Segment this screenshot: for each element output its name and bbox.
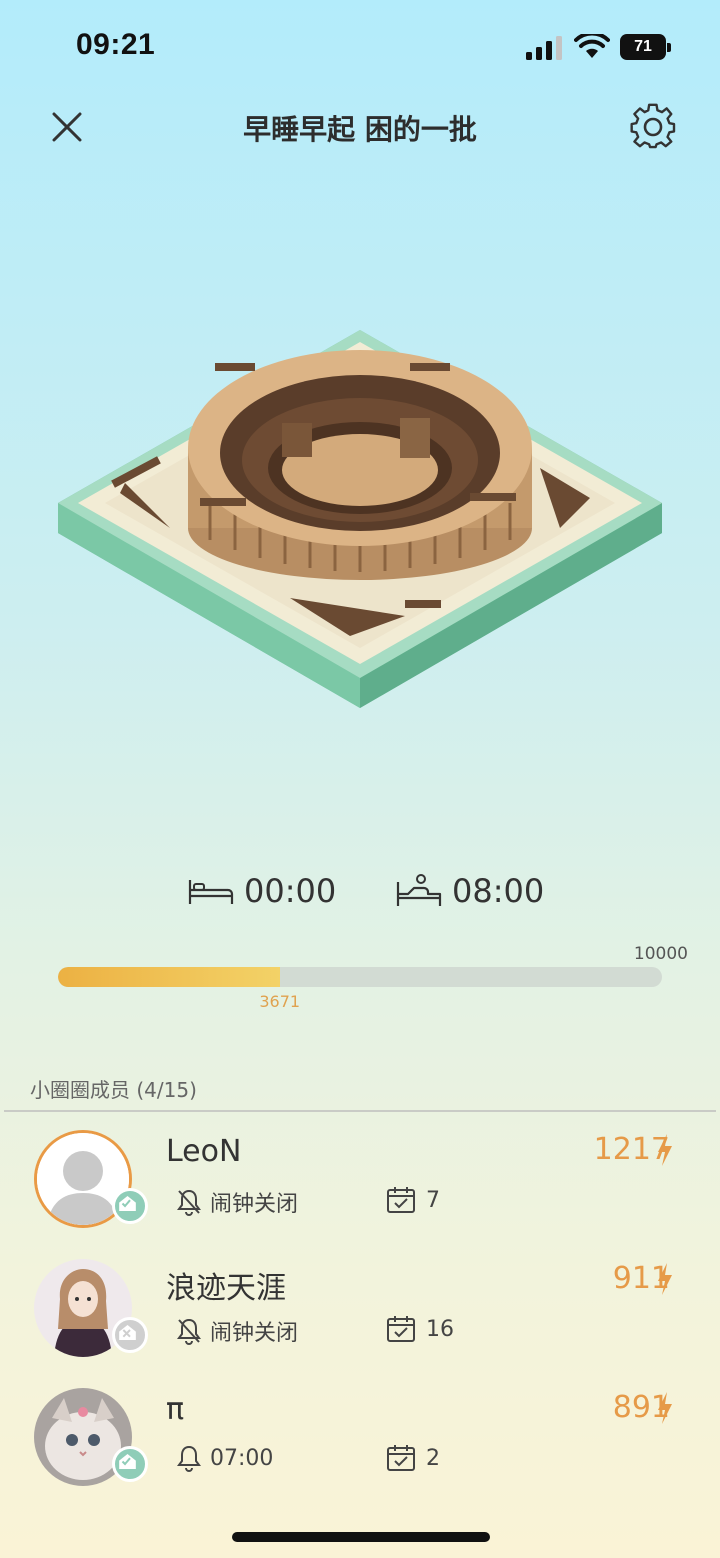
member-name: 浪迹天涯	[166, 1271, 286, 1306]
checkin-days: 16	[426, 1316, 454, 1342]
wake-time-display: 08:00	[396, 868, 544, 914]
alarm-label: 闹钟关闭	[210, 1321, 299, 1346]
divider	[4, 1110, 716, 1112]
battery-icon: 71	[620, 34, 672, 60]
alarm-status: 闹钟关闭	[176, 1186, 298, 1218]
bell-icon	[177, 1445, 201, 1472]
checkin-days: 7	[426, 1187, 440, 1213]
status-time: 09:21	[76, 28, 156, 61]
member-avatar[interactable]	[34, 1259, 148, 1357]
checkin-count: 16	[386, 1315, 454, 1343]
member-row[interactable]: LeoN 1217 闹钟关闭 7	[0, 1130, 720, 1250]
energy-progress-fill	[58, 967, 280, 987]
checkin-count: 7	[386, 1186, 440, 1214]
alarm-status: 07:00	[176, 1444, 273, 1472]
home-x-icon	[112, 1317, 148, 1353]
checkin-count: 2	[386, 1444, 440, 1472]
member-avatar[interactable]	[34, 1130, 148, 1228]
bed-time: 00:00	[244, 872, 337, 910]
members-section-title: 小圈圈成员 (4/15)	[30, 1078, 197, 1102]
bed-icon	[188, 880, 234, 904]
bell-off-icon	[177, 1189, 201, 1216]
energy-current: 3671	[259, 992, 301, 1011]
bed-time-display: 00:00	[188, 868, 336, 914]
lightning-icon	[658, 1134, 672, 1166]
energy-goal: 10000	[633, 944, 688, 964]
home-check-icon	[112, 1446, 148, 1482]
checkin-days: 2	[426, 1445, 440, 1471]
member-name: π	[166, 1392, 185, 1427]
colosseum-building-illustration	[58, 330, 662, 708]
lightning-icon	[658, 1392, 672, 1424]
alarm-label: 闹钟关闭	[210, 1192, 299, 1217]
cellular-signal-icon	[526, 36, 562, 60]
settings-gear-icon[interactable]	[628, 102, 678, 152]
alarm-status: 闹钟关闭	[176, 1315, 298, 1347]
lightning-icon	[658, 1263, 672, 1295]
member-row[interactable]: π 891 07:00 2	[0, 1388, 720, 1508]
home-indicator[interactable]	[232, 1532, 490, 1542]
alarm-time: 07:00	[210, 1445, 274, 1471]
member-avatar[interactable]	[34, 1388, 148, 1486]
wifi-icon	[574, 34, 610, 58]
home-check-icon	[112, 1188, 148, 1224]
calendar-check-icon	[387, 1187, 415, 1213]
energy-progress-bar	[58, 967, 662, 987]
bell-off-icon	[177, 1318, 201, 1345]
calendar-check-icon	[387, 1445, 415, 1471]
wake-time: 08:00	[452, 872, 545, 910]
member-row[interactable]: 浪迹天涯 911 闹钟关闭 16	[0, 1259, 720, 1379]
calendar-check-icon	[387, 1316, 415, 1342]
wake-up-icon	[396, 874, 442, 906]
battery-level: 71	[620, 34, 666, 60]
page-title: 早睡早起 困的一批	[243, 113, 477, 146]
member-name: LeoN	[166, 1134, 242, 1169]
status-bar: 09:21 71	[0, 0, 720, 90]
